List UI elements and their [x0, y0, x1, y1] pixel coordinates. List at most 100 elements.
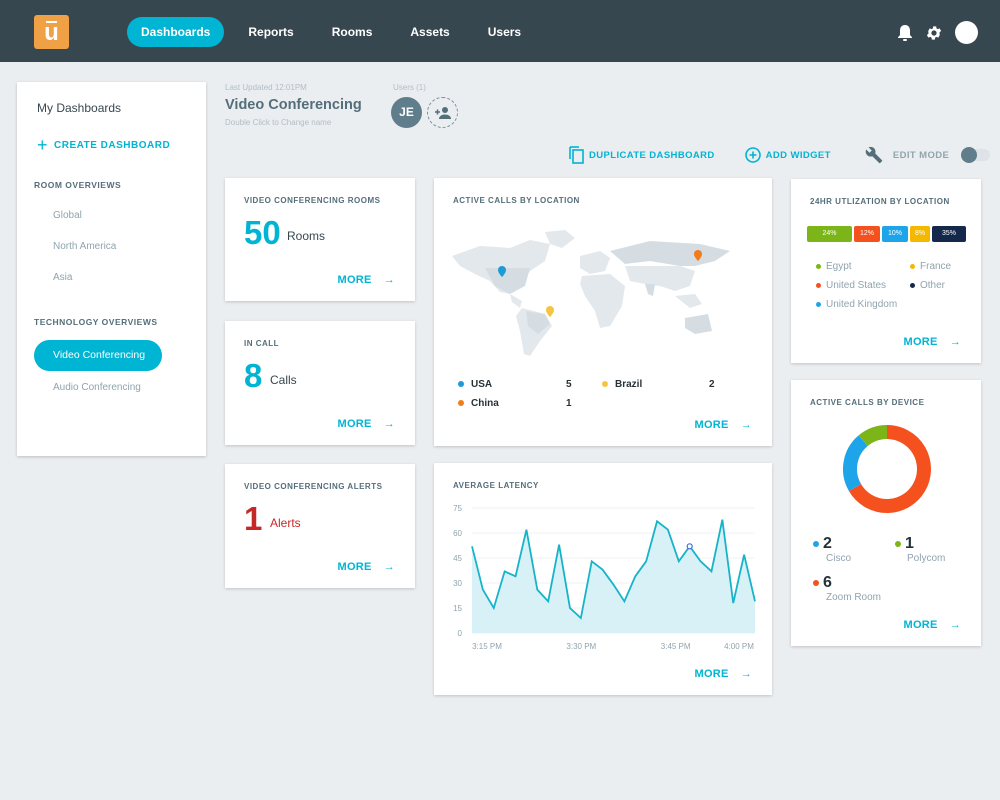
utilization-bar: 24% 12% 10% 8% 35% — [807, 226, 966, 242]
user-avatar-je[interactable]: JE — [391, 97, 422, 128]
app-logo[interactable]: u — [34, 15, 69, 49]
utilization-widget: 24HR UTLIZATION BY LOCATION 24% 12% 10% … — [791, 179, 981, 363]
alerts-unit: Alerts — [270, 516, 301, 530]
alerts-widget: VIDEO CONFERENCING ALERTS 1 Alerts MORE → — [225, 464, 415, 588]
y-tick-label: 0 — [458, 629, 463, 638]
plus-icon: + — [37, 135, 49, 155]
sidebar-item-asia[interactable]: Asia — [53, 272, 72, 283]
polycom-label: Polycom — [907, 553, 946, 564]
y-tick-label: 45 — [453, 554, 462, 563]
create-dashboard-label: CREATE DASHBOARD — [54, 139, 171, 151]
more-button[interactable]: MORE → — [903, 336, 961, 348]
alerts-count: 1 — [244, 500, 263, 537]
gear-icon[interactable] — [925, 24, 943, 42]
add-widget-button[interactable]: ADD WIDGET — [744, 147, 831, 163]
cisco-label: Cisco — [826, 553, 852, 564]
legend-united-kingdom: United Kingdom — [816, 299, 897, 310]
sidebar-item-global[interactable]: Global — [53, 210, 82, 221]
util-segment-us: 12% — [854, 226, 880, 242]
location-brazil-count: 2 — [709, 379, 715, 390]
more-button[interactable]: MORE → — [694, 668, 752, 680]
latency-chart: 0 15 30 45 60 75 3:15 PM 3:30 PM 3:45 PM 4:00 PM — [453, 504, 756, 651]
user-avatar[interactable] — [955, 21, 978, 44]
donut-slice-polycom[interactable] — [858, 425, 888, 447]
polycom-count: 1 — [895, 535, 914, 553]
location-china-count: 1 — [566, 398, 572, 409]
zoom-room-label: Zoom Room — [826, 592, 882, 603]
more-button[interactable]: MORE → — [337, 418, 395, 430]
nav-dashboards[interactable]: Dashboards — [127, 17, 225, 47]
in-call-widget: IN CALL 8 Calls MORE → — [225, 321, 415, 445]
edit-mode-label: EDIT MODE — [892, 149, 950, 161]
nav-reports[interactable]: Reports — [234, 17, 307, 47]
location-widget: ACTIVE CALLS BY LOCATION USA 5 Brazil 2 … — [434, 178, 772, 446]
rooms-unit: Rooms — [287, 229, 326, 243]
nav-assets[interactable]: Assets — [396, 17, 463, 47]
main-nav: Dashboards Reports Rooms Assets Users — [127, 17, 545, 47]
zoom-room-count: 6 — [813, 574, 832, 592]
section-room-overviews: ROOM OVERVIEWS — [34, 180, 122, 190]
add-user-icon — [434, 106, 451, 119]
cisco-count: 2 — [813, 535, 832, 553]
pin-brazil[interactable] — [546, 306, 554, 317]
nav-rooms[interactable]: Rooms — [318, 17, 387, 47]
arrow-right-icon: → — [949, 619, 961, 631]
x-tick-label: 4:00 PM — [724, 642, 754, 651]
widget-title: VIDEO CONFERENCING ROOMS — [244, 196, 381, 205]
legend-egypt: Egypt — [816, 261, 852, 272]
y-tick-label: 15 — [453, 604, 462, 613]
legend-other: Other — [910, 280, 945, 291]
more-button[interactable]: MORE → — [903, 619, 961, 631]
legend-france: France — [910, 261, 951, 272]
x-tick-label: 3:15 PM — [472, 642, 502, 651]
nav-users[interactable]: Users — [474, 17, 535, 47]
rooms-widget: VIDEO CONFERENCING ROOMS 50 Rooms MORE → — [225, 178, 415, 301]
rename-hint: Double Click to Change name — [225, 118, 332, 127]
arrow-right-icon: → — [383, 561, 395, 573]
arrow-right-icon: → — [949, 336, 961, 348]
edit-mode-toggle[interactable] — [961, 147, 991, 163]
util-segment-egypt: 24% — [807, 226, 852, 242]
donut-slice-cisco[interactable] — [843, 435, 869, 491]
sidebar-item-north-america[interactable]: North America — [53, 241, 116, 252]
widget-title: ACTIVE CALLS BY DEVICE — [810, 398, 925, 407]
duplicate-dashboard-button[interactable]: DUPLICATE DASHBOARD — [568, 146, 715, 164]
more-button[interactable]: MORE → — [694, 419, 752, 431]
location-usa-count: 5 — [566, 379, 572, 390]
x-tick-label: 3:30 PM — [566, 642, 596, 651]
more-button[interactable]: MORE → — [337, 561, 395, 573]
y-tick-label: 30 — [453, 579, 462, 588]
section-technology-overviews: TECHNOLOGY OVERVIEWS — [34, 317, 158, 327]
world-map[interactable] — [450, 226, 740, 366]
location-usa: USA — [458, 379, 492, 390]
sidebar-title: My Dashboards — [37, 101, 122, 115]
dashboard-actions: DUPLICATE DASHBOARD ADD WIDGET EDIT MODE — [568, 146, 991, 164]
users-label: Users (1) — [393, 83, 426, 92]
latency-widget: AVERAGE LATENCY 0 15 30 45 60 75 3:15 PM 3:30 P… — [434, 463, 772, 695]
add-user-button[interactable] — [427, 97, 458, 128]
y-tick-label: 60 — [453, 529, 462, 538]
arrow-right-icon: → — [740, 668, 752, 680]
sidebar-item-audio-conferencing[interactable]: Audio Conferencing — [53, 382, 141, 393]
latency-point[interactable] — [686, 543, 693, 550]
dashboard-title[interactable]: Video Conferencing — [225, 97, 362, 113]
top-nav-bar: u Dashboards Reports Rooms Assets Users — [0, 0, 1000, 62]
util-segment-uk: 10% — [882, 226, 908, 242]
calls-count: 8 — [244, 357, 263, 394]
device-donut-chart — [843, 425, 931, 513]
sidebar: My Dashboards + CREATE DASHBOARD ROOM OVE… — [17, 82, 206, 456]
more-button[interactable]: MORE → — [337, 274, 395, 286]
create-dashboard-button[interactable]: + CREATE DASHBOARD — [37, 135, 171, 155]
y-tick-label: 75 — [453, 504, 462, 513]
widget-title: 24HR UTLIZATION BY LOCATION — [810, 197, 950, 206]
last-updated: Last Updated 12:01PM — [225, 83, 307, 92]
wrench-icon — [865, 146, 883, 164]
bell-icon[interactable] — [897, 24, 913, 42]
logo-letter: u — [44, 19, 59, 46]
widget-title: IN CALL — [244, 339, 280, 348]
calls-unit: Calls — [270, 373, 297, 387]
sidebar-item-video-conferencing[interactable]: Video Conferencing — [34, 340, 162, 371]
arrow-right-icon: → — [383, 418, 395, 430]
edit-mode-control: EDIT MODE — [865, 146, 991, 164]
location-brazil: Brazil — [602, 379, 642, 390]
